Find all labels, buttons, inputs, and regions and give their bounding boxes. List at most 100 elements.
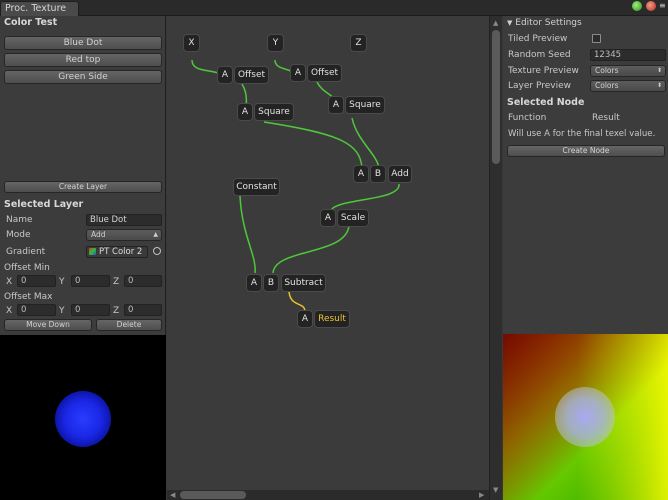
gradient-label: Gradient [6, 247, 46, 257]
tiled-preview-label: Tiled Preview [508, 34, 568, 44]
node-constant[interactable]: Constant [233, 178, 280, 196]
layer-preview-image [0, 335, 166, 500]
delete-button[interactable]: Delete [96, 319, 162, 331]
node-square-2[interactable]: Square [345, 96, 385, 114]
tiled-preview-checkbox[interactable] [592, 34, 601, 43]
gradient-value: PT Color 2 [99, 247, 143, 257]
wire-constant-to-subtract-a [239, 195, 256, 274]
texture-preview-value: Colors [595, 66, 619, 75]
scroll-right-arrow-icon[interactable]: ▶ [479, 491, 484, 499]
texture-preview-dropdown[interactable]: Colors ⬍ [590, 65, 666, 77]
object-picker-icon[interactable] [153, 247, 161, 255]
name-label: Name [6, 215, 33, 225]
menu-icon[interactable]: ≡ [659, 1, 666, 11]
selected-node-header: Selected Node [507, 97, 585, 108]
node-add[interactable]: Add [388, 165, 412, 183]
node-y[interactable]: Y [267, 34, 284, 52]
function-value: Result [592, 113, 620, 123]
layer-button-red-top[interactable]: Red top [4, 53, 162, 67]
offset-max-y-label: Y [59, 306, 65, 316]
offset2-input-a[interactable]: A [290, 64, 306, 82]
selected-layer-header: Selected Layer [4, 199, 84, 210]
offset-max-z-field[interactable]: 0 [124, 304, 162, 316]
offset-min-label: Offset Min [4, 263, 50, 273]
wire-square1-to-add-a [263, 121, 363, 169]
wire-square2-to-add-b [351, 117, 380, 169]
texture-name: Color Test [4, 17, 58, 28]
node-graph-canvas[interactable]: X Y Z A Offset A Offset A Square A Squar… [167, 16, 489, 490]
gradient-field[interactable]: PT Color 2 [86, 246, 148, 258]
square1-input-a[interactable]: A [237, 103, 253, 121]
offset-max-z-label: Z [113, 306, 120, 316]
result-input-a[interactable]: A [297, 310, 313, 328]
offset-min-z-field[interactable]: 0 [124, 275, 162, 287]
node-scale[interactable]: Scale [337, 209, 369, 227]
square2-input-a[interactable]: A [328, 96, 344, 114]
scroll-left-arrow-icon[interactable]: ◀ [170, 491, 175, 499]
layers-panel: Color Test Blue Dot Red top Green Side C… [0, 16, 166, 500]
create-node-button[interactable]: Create Node [507, 145, 665, 157]
layer-preview-label: Layer Preview [508, 81, 571, 91]
red-status-icon[interactable] [646, 1, 656, 11]
offset-max-x-field[interactable]: 0 [17, 304, 56, 316]
function-label: Function [508, 113, 547, 123]
tab-proc-texture[interactable]: Proc. Texture [0, 1, 79, 16]
node-offset-1[interactable]: Offset [234, 66, 269, 84]
offset-min-x-label: X [6, 277, 13, 287]
vertical-scroll-thumb[interactable] [492, 30, 500, 164]
texture-preview-image [503, 334, 668, 500]
move-down-button[interactable]: Move Down [4, 319, 92, 331]
add-input-a[interactable]: A [353, 165, 369, 183]
node-z[interactable]: Z [350, 34, 367, 52]
scroll-down-arrow-icon[interactable]: ▼ [493, 486, 498, 494]
graph-horizontal-scrollbar[interactable]: ◀ ▶ [167, 490, 489, 500]
dropdown-arrow-icon: ⬍ [656, 82, 662, 89]
subtract-input-b[interactable]: B [263, 274, 279, 292]
settings-header: Editor Settings [515, 18, 582, 28]
offset-min-y-field[interactable]: 0 [71, 275, 110, 287]
layer-preview-dropdown[interactable]: Colors ⬍ [590, 80, 666, 92]
offset-max-y-field[interactable]: 0 [71, 304, 110, 316]
scale-input-a[interactable]: A [320, 209, 336, 227]
offset-max-x-label: X [6, 306, 13, 316]
blue-dot-preview [55, 391, 111, 447]
gradient-swatch-icon [89, 248, 96, 255]
settings-foldout[interactable]: ▼ Editor Settings [507, 18, 582, 28]
wire-add-to-scale [330, 183, 400, 211]
random-seed-field[interactable]: 12345 [590, 49, 666, 61]
connection-wires [191, 59, 400, 313]
node-x[interactable]: X [183, 34, 200, 52]
graph-vertical-scrollbar[interactable]: ▲ ▼ [489, 16, 502, 500]
layer-button-green-side[interactable]: Green Side [4, 70, 162, 84]
texture-preview-label: Texture Preview [508, 66, 579, 76]
layer-preview-value: Colors [595, 81, 619, 90]
dropdown-arrow-icon: ▲ [153, 231, 158, 238]
node-square-1[interactable]: Square [254, 103, 294, 121]
node-result[interactable]: Result [314, 310, 350, 328]
subtract-input-a[interactable]: A [246, 274, 262, 292]
offset-min-z-label: Z [113, 277, 120, 287]
dropdown-arrow-icon: ⬍ [656, 67, 662, 74]
layer-button-blue-dot[interactable]: Blue Dot [4, 36, 162, 50]
green-status-icon[interactable] [632, 1, 642, 11]
mode-label: Mode [6, 230, 31, 240]
offset-min-x-field[interactable]: 0 [17, 275, 56, 287]
node-info-text: Will use A for the final texel value. [508, 129, 656, 139]
wire-subtract-to-result [288, 291, 306, 313]
scroll-up-arrow-icon[interactable]: ▲ [493, 19, 498, 27]
create-layer-button[interactable]: Create Layer [4, 181, 162, 193]
wire-scale-to-subtract-b [272, 225, 350, 274]
name-field[interactable]: Blue Dot [86, 214, 162, 226]
mode-dropdown[interactable]: Add ▲ [86, 229, 162, 241]
blue-dot-overlay [555, 387, 615, 447]
mode-value: Add [91, 230, 106, 239]
inspector-panel: ▼ Editor Settings Tiled Preview Random S… [503, 16, 668, 500]
horizontal-scroll-thumb[interactable] [180, 491, 246, 499]
node-subtract[interactable]: Subtract [281, 274, 326, 292]
offset1-input-a[interactable]: A [217, 66, 233, 84]
offset-min-y-label: Y [59, 277, 65, 287]
node-offset-2[interactable]: Offset [307, 64, 342, 82]
foldout-arrow-icon: ▼ [507, 19, 513, 27]
add-input-b[interactable]: B [370, 165, 386, 183]
window-title-bar: Proc. Texture ≡ [0, 0, 668, 16]
